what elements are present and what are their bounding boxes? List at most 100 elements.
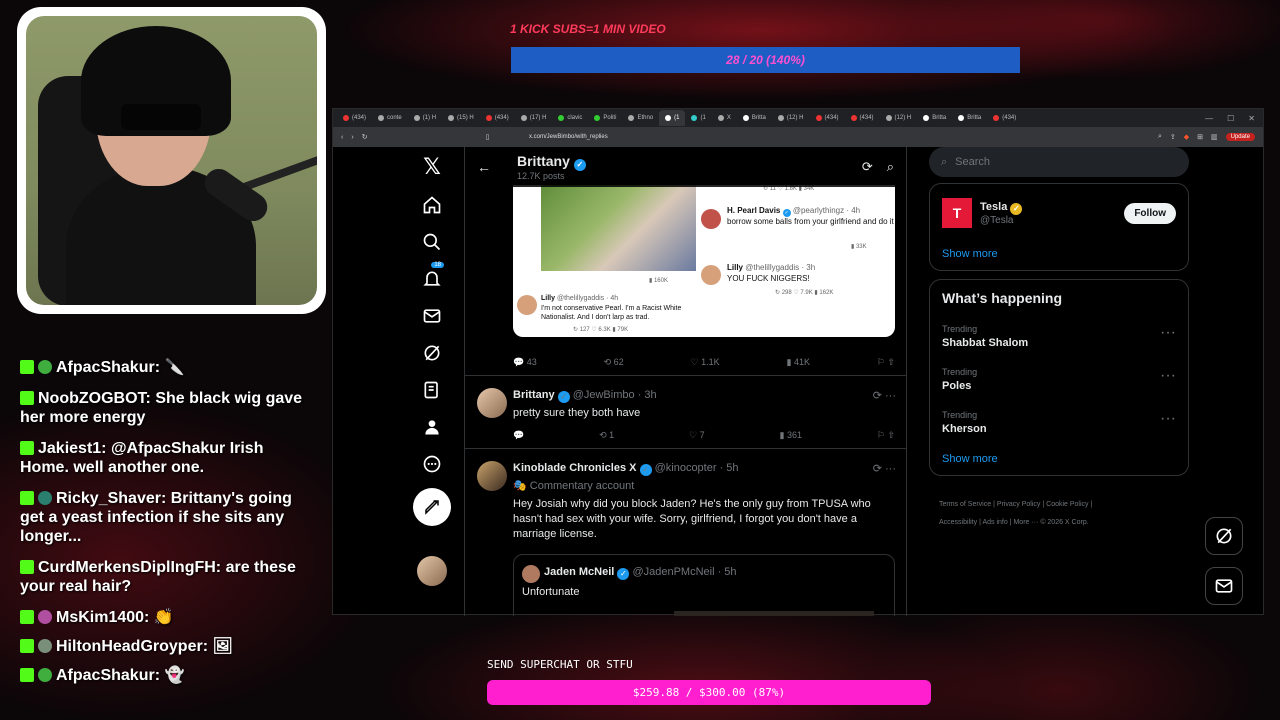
follow-button[interactable]: Follow bbox=[1124, 202, 1176, 224]
browser-tab[interactable]: (12) H bbox=[772, 110, 810, 126]
views-stat[interactable]: ▮ 361 bbox=[780, 430, 802, 441]
tweet-handle: @JewBimbo · 3h bbox=[572, 389, 657, 401]
browser-tab[interactable]: (434) bbox=[337, 110, 372, 126]
browser-tab[interactable]: (434) bbox=[810, 110, 845, 126]
messages-fab-icon[interactable] bbox=[1205, 567, 1243, 605]
profile-icon[interactable] bbox=[422, 408, 442, 445]
bookmark-share[interactable]: ⚐ ⇧ bbox=[877, 430, 895, 441]
reply-button[interactable]: 💬 bbox=[513, 430, 524, 441]
notifications-icon[interactable]: 18 bbox=[422, 260, 444, 297]
trend-item[interactable]: Trending Shabbat Shalom ··· bbox=[942, 324, 1176, 349]
lists-icon[interactable] bbox=[422, 371, 442, 408]
sidebar-icon[interactable]: ▥ bbox=[1211, 133, 1218, 141]
tweet[interactable]: Brittany ✓ @JewBimbo · 3h pretty sure th… bbox=[465, 375, 906, 447]
tab-favicon-icon bbox=[742, 115, 749, 121]
tab-favicon-icon bbox=[413, 115, 420, 121]
footer-link[interactable]: Accessibility bbox=[939, 519, 977, 526]
show-more-link[interactable]: Show more bbox=[942, 248, 1176, 260]
quote-avatar bbox=[522, 565, 540, 583]
tweet-avatar[interactable] bbox=[477, 388, 507, 418]
url-field[interactable]: x.com/JewBimbo/with_replies bbox=[529, 134, 608, 140]
close-icon[interactable]: ✕ bbox=[1248, 114, 1255, 123]
grok-circle-icon[interactable]: ⟳ bbox=[862, 159, 873, 175]
browser-tab[interactable]: X bbox=[712, 110, 737, 126]
browser-tab[interactable]: clavic bbox=[552, 110, 588, 126]
trend-item[interactable]: Trending Poles ··· bbox=[942, 367, 1176, 392]
minimize-icon[interactable]: — bbox=[1205, 114, 1213, 123]
tab-favicon-icon bbox=[665, 115, 672, 121]
footer-link[interactable]: Ads info bbox=[982, 519, 1007, 526]
search-input[interactable]: ⌕ Search bbox=[929, 147, 1189, 177]
user-emote-icon bbox=[38, 639, 52, 653]
compose-post-button[interactable] bbox=[413, 488, 451, 526]
footer-links: Terms of Service | Privacy Policy | Cook… bbox=[939, 501, 1093, 526]
repost-button[interactable]: ⟲ 62 bbox=[604, 357, 624, 368]
browser-tab[interactable]: (434) bbox=[987, 110, 1022, 126]
forward-icon[interactable]: › bbox=[351, 134, 353, 141]
maximize-icon[interactable]: ☐ bbox=[1227, 114, 1234, 123]
browser-tab[interactable]: (12) H bbox=[880, 110, 918, 126]
trend-item[interactable]: Trending Kherson ··· bbox=[942, 410, 1176, 435]
profile-timeline: ↻ 11 ♡ 1.8K ▮ 34K H. Pearl Davis ✓ @pear… bbox=[464, 147, 907, 616]
more-options-icon[interactable]: ⟳ ··· bbox=[873, 462, 896, 475]
x-logo-icon[interactable]: 𝕏 bbox=[423, 149, 441, 186]
like-button[interactable]: ♡ 1.1K bbox=[691, 357, 720, 368]
show-more-link[interactable]: Show more bbox=[942, 453, 1176, 465]
tweet-avatar[interactable] bbox=[477, 461, 507, 491]
reply-button[interactable]: 💬 43 bbox=[513, 357, 537, 368]
browser-tab[interactable]: conte bbox=[372, 110, 408, 126]
footer-link[interactable]: Cookie Policy bbox=[1046, 501, 1088, 508]
embedded-screenshot-image[interactable]: ↻ 11 ♡ 1.8K ▮ 34K H. Pearl Davis ✓ @pear… bbox=[513, 185, 895, 337]
bookmark-icon[interactable]: ▯ bbox=[486, 133, 490, 141]
lilly-avatar-2 bbox=[517, 295, 537, 315]
zoom-icon[interactable]: ⌕ bbox=[1158, 133, 1162, 141]
back-arrow-icon[interactable]: ← bbox=[477, 159, 491, 175]
footer-link[interactable]: Terms of Service bbox=[939, 501, 991, 508]
browser-tab[interactable]: Ethno bbox=[622, 110, 659, 126]
like-button[interactable]: ♡ 7 bbox=[689, 430, 705, 441]
grok-icon[interactable] bbox=[422, 334, 442, 371]
back-icon[interactable]: ‹ bbox=[341, 134, 343, 141]
superchat-goal-bar: $259.88 / $300.00 (87%) bbox=[487, 680, 931, 705]
footer-link[interactable]: Privacy Policy bbox=[997, 501, 1041, 508]
more-options-icon[interactable]: ⟳ ··· bbox=[873, 389, 896, 402]
browser-tab[interactable]: Britta bbox=[737, 110, 772, 126]
home-icon[interactable] bbox=[422, 186, 442, 223]
quoted-tweet[interactable]: Jaden McNeil ✓ @JadenPMcNeil · 5h Unfort… bbox=[513, 554, 895, 616]
search-icon[interactable]: ⌕ bbox=[887, 159, 894, 175]
views-stat[interactable]: ▮ 41K bbox=[787, 357, 810, 368]
reload-icon[interactable]: ↻ bbox=[362, 133, 368, 141]
browser-tab[interactable]: (434) bbox=[845, 110, 880, 126]
browser-tab[interactable]: (15) H bbox=[442, 110, 480, 126]
tweet-text: pretty sure they both have bbox=[513, 407, 641, 419]
suggested-account[interactable]: T Tesla ✓ @Tesla Follow bbox=[942, 198, 1176, 228]
browser-tab[interactable]: (1) H bbox=[408, 110, 442, 126]
tab-favicon-icon bbox=[923, 115, 930, 121]
tweet[interactable]: Kinoblade Chronicles X ✓ @kinocopter · 5… bbox=[465, 448, 906, 616]
extensions-icon[interactable]: ⊞ bbox=[1197, 133, 1203, 141]
more-circle-icon[interactable] bbox=[422, 445, 442, 482]
chat-message: CurdMerkensDiplIngFH: are these your rea… bbox=[20, 559, 296, 595]
browser-tab[interactable]: (1 bbox=[659, 110, 686, 126]
repost-button[interactable]: ⟲ 1 bbox=[599, 430, 614, 441]
browser-tab[interactable]: (434) bbox=[480, 110, 515, 126]
explore-search-icon[interactable] bbox=[422, 223, 442, 260]
profile-header: ← Brittany ✓ 12.7K posts ⟳ ⌕ bbox=[465, 147, 906, 187]
share-icon[interactable]: ⇪ bbox=[1170, 133, 1176, 141]
browser-tab[interactable]: Britta bbox=[952, 110, 987, 126]
browser-tab[interactable]: Britta bbox=[917, 110, 952, 126]
bookmark-share[interactable]: ⚐ ⇧ bbox=[877, 357, 895, 368]
quote-media bbox=[674, 611, 874, 616]
update-button[interactable]: Update bbox=[1225, 133, 1255, 141]
verified-gold-icon: ✓ bbox=[1010, 202, 1023, 215]
quote-text: Unfortunate bbox=[522, 586, 580, 598]
grok-fab-icon[interactable] bbox=[1205, 517, 1243, 555]
browser-tab[interactable]: (1 bbox=[685, 110, 711, 126]
browser-tab[interactable]: Politi bbox=[588, 110, 622, 126]
brave-shield-icon[interactable]: ◆ bbox=[1184, 133, 1189, 141]
tab-favicon-icon bbox=[691, 115, 698, 121]
messages-icon[interactable] bbox=[422, 297, 442, 334]
browser-tab[interactable]: (17) H bbox=[515, 110, 553, 126]
account-avatar[interactable] bbox=[417, 556, 447, 586]
footer-link[interactable]: More ··· bbox=[1013, 519, 1038, 526]
